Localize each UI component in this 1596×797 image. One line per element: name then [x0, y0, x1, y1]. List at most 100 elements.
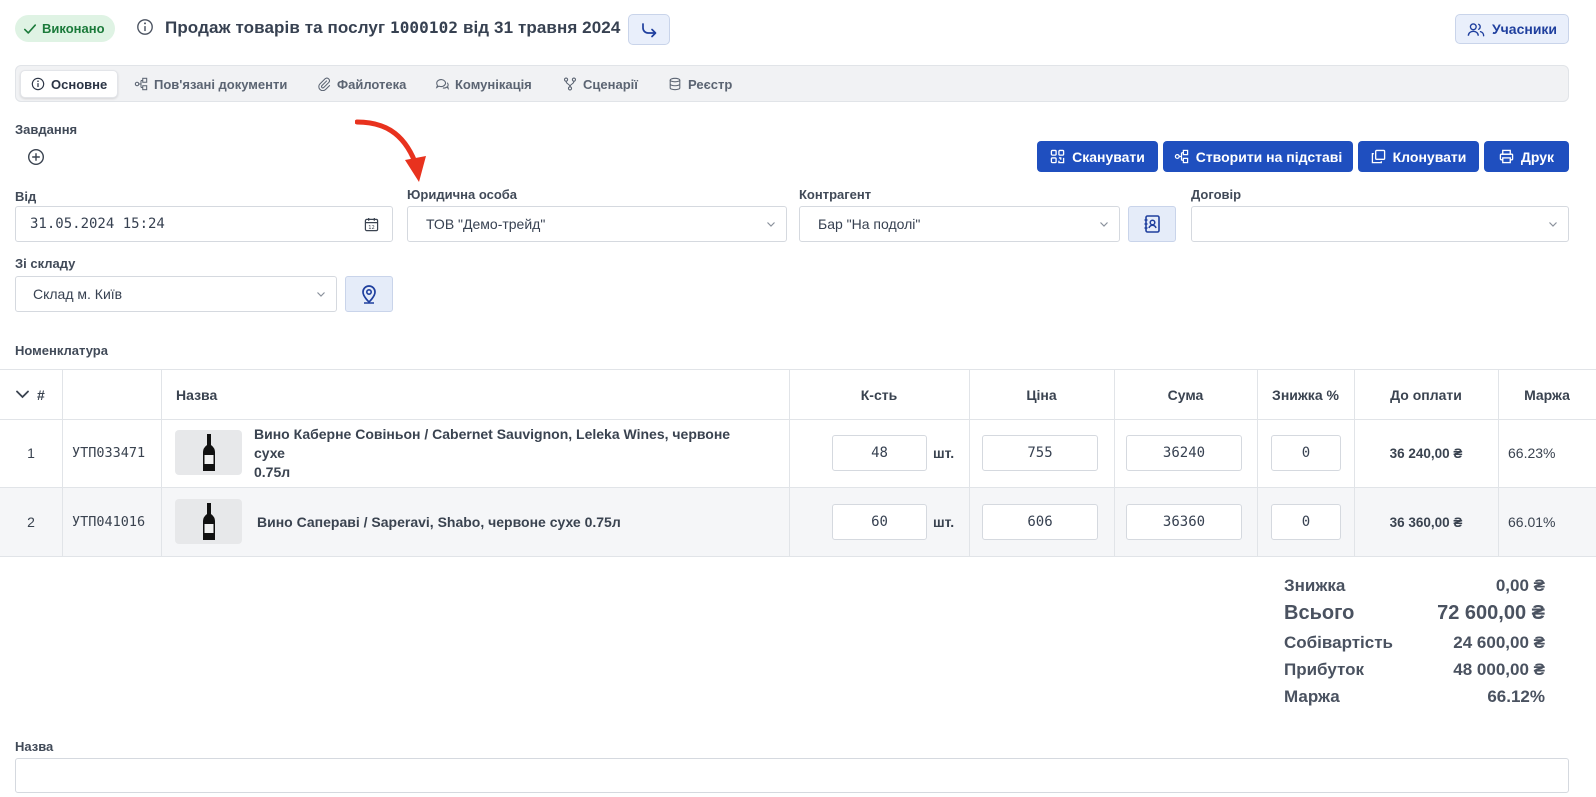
- warehouse-select[interactable]: Склад м. Київ: [15, 276, 337, 312]
- info-icon: [31, 77, 45, 91]
- date-field[interactable]: 31.05.2024 15:24 12: [15, 206, 393, 242]
- column-divider: [969, 369, 970, 557]
- wine-bottle-icon: [202, 433, 215, 471]
- name-input[interactable]: [15, 758, 1569, 793]
- tab-related-docs-label: Пов'язані документи: [154, 76, 288, 92]
- product-image: [175, 499, 242, 544]
- tab-communication-label: Комунікація: [455, 76, 532, 92]
- tasks-label: Завдання: [15, 122, 78, 137]
- table-row[interactable]: 2 УТП041016 Вино Сапераві / Saperavi, Sh…: [0, 488, 1596, 557]
- header-sum: Сума: [1167, 386, 1204, 403]
- header-num-label: #: [37, 386, 45, 403]
- tab-registry[interactable]: Реєстр: [658, 70, 742, 98]
- legal-entity-value: ТОВ "Демо-трейд": [426, 216, 546, 232]
- table-header: # Назва К-сть Ціна Сума Знижка % До опла…: [0, 369, 1596, 420]
- name-field-label: Назва: [15, 739, 54, 754]
- price-input[interactable]: 606: [982, 504, 1098, 540]
- row-name: Вино Сапераві / Saperavi, Shabo, червоне…: [257, 514, 621, 530]
- participants-button[interactable]: Учасники: [1455, 14, 1569, 44]
- tab-files-label: Файлотека: [337, 76, 407, 92]
- scan-icon: [1050, 149, 1065, 164]
- clone-button[interactable]: Клонувати: [1358, 141, 1479, 172]
- column-divider: [1114, 369, 1115, 557]
- table-row[interactable]: 1 УТП033471 Вино Каберне Совіньон / Cabe…: [0, 419, 1596, 488]
- info-icon[interactable]: [136, 18, 154, 36]
- title-prefix: Продаж товарів та послуг: [165, 18, 386, 37]
- column-divider: [1498, 369, 1499, 557]
- paperclip-icon: [318, 77, 331, 91]
- status-badge: Виконано: [15, 15, 115, 42]
- totals-total-label: Всього: [1284, 602, 1355, 624]
- clone-icon: [1371, 149, 1385, 164]
- tab-main[interactable]: Основне: [20, 70, 119, 98]
- unit-label: шт.: [933, 445, 955, 461]
- qty-input[interactable]: 48: [832, 435, 927, 471]
- warehouse-location-button[interactable]: [345, 276, 393, 312]
- counterparty-select[interactable]: Бар "На подолі": [799, 206, 1120, 242]
- related-docs-icon: [1174, 149, 1188, 164]
- tab-registry-label: Реєстр: [688, 76, 733, 92]
- chevron-down-icon: [1549, 222, 1557, 227]
- tab-scenarios-label: Сценарії: [583, 76, 638, 92]
- tab-main-label: Основне: [51, 76, 108, 92]
- print-label: Друк: [1520, 148, 1555, 165]
- counterparty-card-button[interactable]: [1128, 206, 1176, 242]
- row-num: 2: [27, 514, 35, 530]
- add-task-icon[interactable]: [27, 148, 45, 166]
- scan-button[interactable]: Сканувати: [1037, 141, 1158, 172]
- legal-entity-select[interactable]: ТОВ "Демо-трейд": [407, 206, 787, 242]
- header-price: Ціна: [1026, 386, 1057, 403]
- scan-label: Сканувати: [1072, 148, 1145, 165]
- column-divider: [62, 369, 63, 557]
- scenario-icon: [563, 77, 577, 91]
- doc-number: 1000102: [389, 18, 459, 37]
- discount-input[interactable]: 0: [1271, 504, 1341, 540]
- sum-input[interactable]: 36360: [1126, 504, 1242, 540]
- chevron-down-icon[interactable]: [16, 390, 29, 399]
- chevron-down-icon: [767, 222, 775, 227]
- price-input[interactable]: 755: [982, 435, 1098, 471]
- tab-files[interactable]: Файлотека: [307, 70, 416, 98]
- product-image: [175, 430, 242, 475]
- row-num: 1: [27, 445, 35, 461]
- row-name-line2: 0.75л: [254, 463, 291, 480]
- page-title: Продаж товарів та послуг 1000102 від 31 …: [165, 18, 620, 38]
- check-icon: [23, 23, 37, 34]
- legal-entity-label: Юридична особа: [407, 187, 518, 202]
- totals-profit-value: 48 000,00 ₴: [1453, 660, 1545, 679]
- column-divider: [161, 369, 162, 557]
- contact-book-icon: [1144, 215, 1160, 233]
- unit-label: шт.: [933, 514, 955, 530]
- column-divider: [1354, 369, 1355, 557]
- row-margin: 66.01%: [1508, 514, 1556, 530]
- tab-communication[interactable]: Комунікація: [425, 70, 542, 98]
- title-suffix: від 31 травня 2024: [462, 18, 621, 37]
- clone-label: Клонувати: [1392, 148, 1467, 165]
- discount-input[interactable]: 0: [1271, 435, 1341, 471]
- counterparty-value: Бар "На подолі": [818, 216, 921, 232]
- row-name-line1: Вино Каберне Совіньон / Cabernet Sauvign…: [254, 425, 731, 461]
- participants-label: Учасники: [1491, 21, 1558, 37]
- tab-related-docs[interactable]: Пов'язані документи: [124, 70, 297, 98]
- chevron-down-icon: [317, 292, 325, 297]
- users-icon: [1467, 22, 1485, 36]
- header-name: Назва: [176, 386, 218, 403]
- forward-button[interactable]: [628, 14, 670, 45]
- qty-input[interactable]: 60: [832, 504, 927, 540]
- contract-select[interactable]: [1191, 206, 1569, 242]
- print-button[interactable]: Друк: [1484, 141, 1569, 172]
- database-icon: [669, 77, 681, 91]
- header-discount: Знижка %: [1272, 386, 1339, 403]
- calendar-icon[interactable]: 12: [364, 217, 379, 232]
- tab-scenarios[interactable]: Сценарії: [553, 70, 648, 98]
- counterparty-label: Контрагент: [799, 187, 872, 202]
- from-label: Від: [15, 189, 37, 204]
- nomenclature-label: Номенклатура: [15, 343, 108, 358]
- row-to-pay: 36 240,00 ₴: [1389, 445, 1463, 461]
- create-based-button[interactable]: Створити на підставі: [1163, 141, 1353, 172]
- totals-profit-label: Прибуток: [1284, 660, 1364, 679]
- sum-input[interactable]: 36240: [1126, 435, 1242, 471]
- header-margin: Маржа: [1524, 386, 1570, 403]
- create-based-label: Створити на підставі: [1195, 148, 1343, 165]
- header-num[interactable]: #: [16, 370, 62, 419]
